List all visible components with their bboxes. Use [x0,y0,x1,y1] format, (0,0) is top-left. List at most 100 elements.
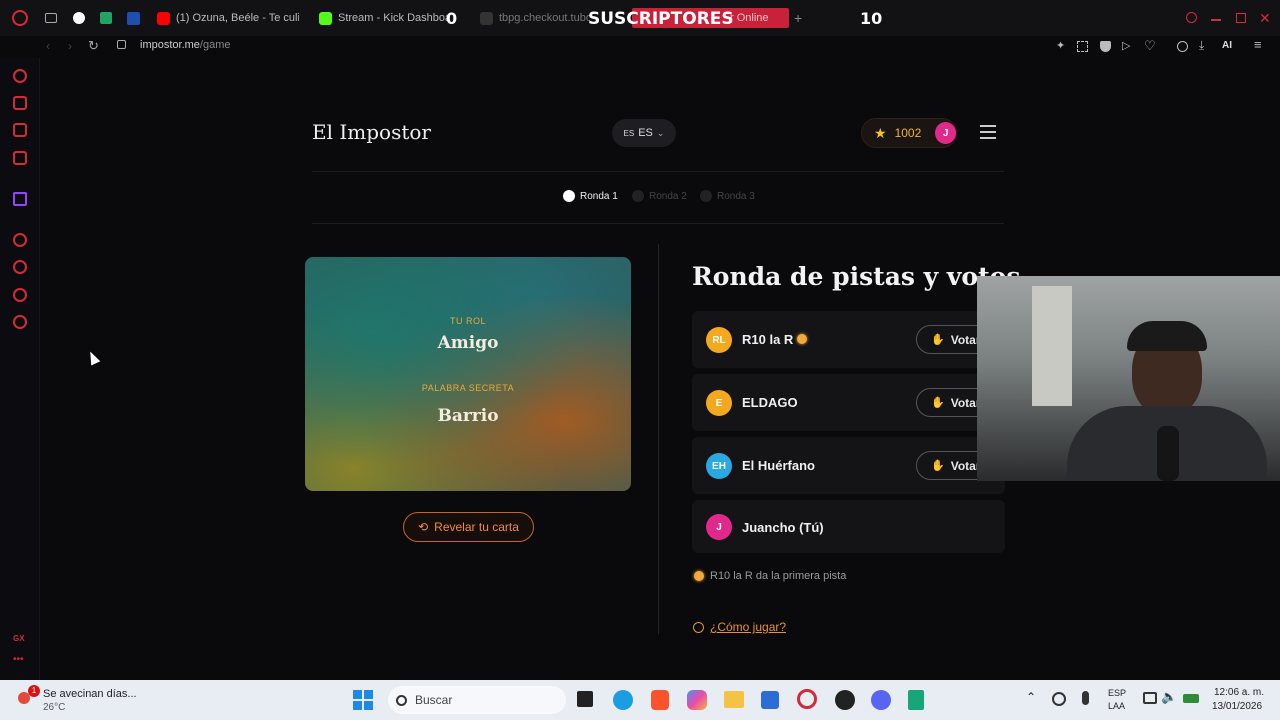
gx-control-icon[interactable] [13,96,27,110]
hint-text: R10 la R da la primera pista [710,570,847,582]
url-path: /game [199,39,231,51]
opera-gx-taskbar-icon[interactable] [797,689,817,709]
store-icon[interactable] [761,691,779,709]
round-label: Ronda 2 [649,190,687,202]
page-icon [480,11,493,25]
player-name-text: R10 la R [742,332,794,347]
player-row: EH El Huérfano ✋ Votar [692,437,1005,494]
speed-dial-icon[interactable] [13,69,27,83]
snapshot-icon[interactable] [1077,41,1088,52]
easy-setup-icon[interactable]: ≡ [1254,37,1262,52]
clock-date: 13/01/2026 [1212,701,1263,712]
reveal-card-button[interactable]: ⟲ Revelar tu carta [403,512,534,542]
microphone-icon[interactable] [1082,691,1089,705]
player-avatar: E [706,390,732,416]
history-icon[interactable] [13,260,27,274]
reload-icon[interactable]: ↻ [88,38,99,54]
how-to-play-link[interactable]: ¿Cómo jugar? [693,620,786,634]
hand-icon: ✋ [931,460,945,472]
player-avatar: J [706,514,732,540]
player-name: R10 la R [742,332,807,347]
round-dot-icon [632,190,644,202]
user-avatar[interactable]: J [935,122,956,144]
tab-label: r Online [730,12,769,24]
tab-youtube[interactable]: (1) Ozuna, Beéle - Te culié [157,8,299,28]
player-sidebar-icon[interactable] [13,233,27,247]
more-icon[interactable]: ••• [13,654,24,665]
page-title[interactable]: El Impostor [312,120,431,144]
ai-icon[interactable]: AI [1222,40,1232,51]
player-avatar: EH [706,453,732,479]
howto-label: ¿Cómo jugar? [710,620,787,634]
player-name: El Huérfano [742,458,815,473]
player-icon[interactable]: ▷ [1122,39,1130,52]
maximize-icon[interactable] [1236,13,1246,23]
twitch-icon[interactable] [13,192,27,206]
turn-indicator-icon [694,571,704,581]
pin-icon[interactable]: ✦ [1056,39,1065,52]
pinned-sheets-icon[interactable] [100,12,112,24]
hamburger-menu-icon[interactable] [980,125,996,139]
account-icon[interactable] [1177,41,1188,52]
extensions-icon[interactable] [13,288,27,302]
volume-icon[interactable]: 🔈 [1161,689,1177,705]
language-label: ES [638,127,653,139]
messenger-icon[interactable] [13,151,27,165]
round-indicator-2: Ronda 2 [632,190,687,202]
round-label: Ronda 1 [580,190,618,202]
chevron-down-icon: ⌄ [656,127,665,138]
clock-time[interactable]: 12:06 a. m. [1214,687,1264,698]
tab-kick[interactable]: Stream - Kick Dashboard [319,8,449,28]
chat-icon[interactable] [1143,692,1157,704]
divider [312,171,1004,172]
settings-icon[interactable] [13,315,27,329]
role-card[interactable]: TU ROL Amigo PALABRA SECRETA Barrio [305,257,631,491]
player-name: Juancho (Tú) [742,520,824,535]
pinned-tab-icon[interactable] [73,12,85,24]
heart-icon[interactable]: ♡ [1144,38,1156,54]
battery-icon[interactable] [1183,694,1199,703]
workspaces-icon[interactable] [45,13,57,23]
pinned-calendar-icon[interactable] [127,12,140,25]
language-top[interactable]: ESP [1108,688,1126,698]
app-icon[interactable] [908,690,924,710]
taskbar-search[interactable]: Buscar [388,686,566,714]
gx-corner-icon[interactable] [13,123,27,137]
hand-icon: ✋ [931,397,945,409]
download-icon[interactable]: ⤓ [1199,38,1204,53]
score-badge[interactable]: ★ 1002 J [861,118,957,148]
copilot-icon[interactable] [687,690,707,710]
tab-checkout[interactable]: tbpg.checkout.tubo [480,8,590,28]
task-view-icon[interactable] [577,691,593,707]
opera-logo-icon[interactable] [12,10,28,26]
secret-word-value: Barrio [437,406,499,426]
back-icon[interactable]: ‹ [46,39,50,53]
network-icon[interactable] [1052,692,1066,706]
minimize-icon[interactable] [1211,19,1221,21]
language-select[interactable]: ES ES ⌄ [612,119,676,147]
weather-title[interactable]: Se avecinan días... [43,688,137,700]
player-avatar: RL [706,327,732,353]
section-title: Ronda de pistas y votos [692,262,1021,291]
refresh-icon: ⟲ [418,520,429,534]
browser-tab-bar: (1) Ozuna, Beéle - Te culié Stream - Kic… [0,0,1280,36]
forward-icon[interactable]: › [68,39,72,53]
notification-badge: 1 [28,685,40,697]
mouse-cursor-icon [85,349,101,366]
search-placeholder: Buscar [415,693,453,707]
brave-icon[interactable] [651,690,669,710]
player-name: ELDAGO [742,395,798,410]
edge-icon[interactable] [613,690,633,710]
windows-start-icon[interactable] [353,690,373,710]
language-bottom: LAA [1108,701,1126,711]
discord-icon[interactable] [871,690,891,710]
file-explorer-icon[interactable] [724,691,744,708]
url-field[interactable]: impostor.me/game [140,39,231,51]
close-icon[interactable]: ✕ [1259,10,1271,27]
windows-taskbar: 1 Se avecinan días... 26°C Buscar ⌃ ESP … [0,680,1280,720]
chevron-up-icon[interactable]: ⌃ [1026,690,1036,704]
obs-icon[interactable] [835,690,855,710]
adblock-icon[interactable] [1100,41,1111,52]
new-tab-button[interactable]: + [794,10,802,26]
search-tabs-icon[interactable] [1186,12,1197,23]
